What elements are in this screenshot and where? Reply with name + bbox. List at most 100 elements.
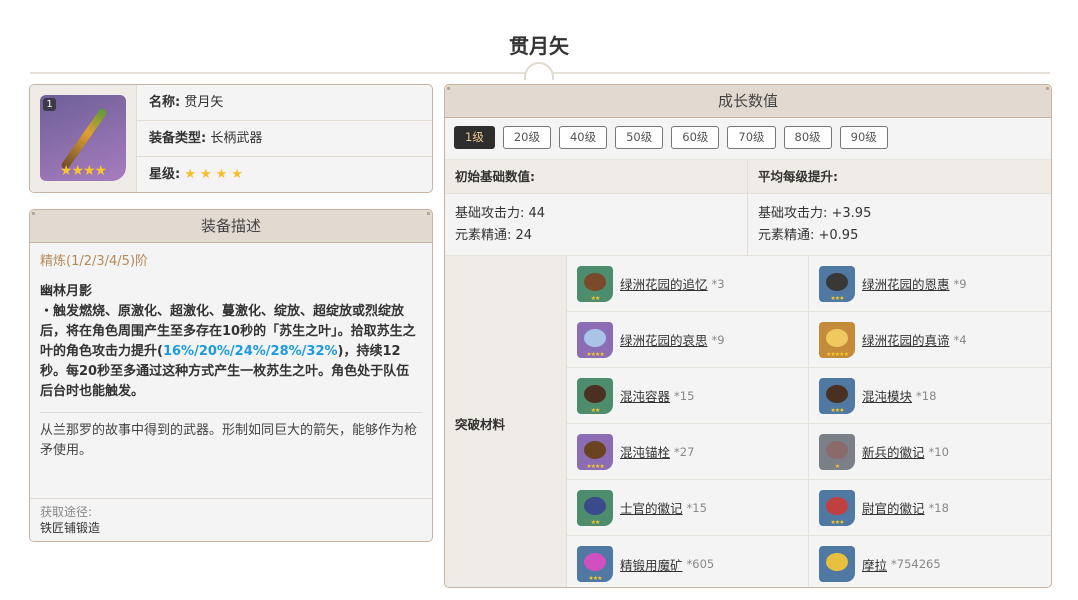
- material-stars: ★★★: [830, 294, 844, 302]
- materials-grid: ★★ 绿洲花园的追忆 *3 ★★★ 绿洲花园的恩惠 *9 ★★★★ 绿洲花园的哀思 *9 ★★★★…: [567, 256, 1051, 587]
- material-item: ★★★★★ 绿洲花园的真谛 *4: [809, 312, 1051, 368]
- material-icon[interactable]: ★★★: [819, 265, 855, 302]
- material-item: ★ 新兵的徽记 *10: [809, 424, 1051, 480]
- material-name[interactable]: 尉官的徽记: [862, 498, 925, 517]
- rarity-stars: ★★★★: [184, 167, 247, 182]
- lore-text: 从兰那罗的故事中得到的武器。形制如同巨大的箭矢，能够作为枪矛使用。: [40, 423, 418, 458]
- stat-values: 基础攻击力: 44 元素精通: 24 基础攻击力: +3.95 元素精通: +0.9…: [445, 193, 1051, 255]
- material-item: ★★★★ 混沌锚栓 *27: [567, 424, 809, 480]
- avg-atk: 基础攻击力: +3.95: [758, 206, 872, 221]
- material-count: *18: [916, 388, 937, 403]
- base-em: 元素精通: 24: [455, 228, 533, 243]
- effect-highlight: 16%/20%/24%/28%/32%: [162, 344, 338, 359]
- material-stars: ★★: [590, 294, 601, 302]
- material-item: ★★★ 尉官的徽记 *18: [809, 480, 1051, 536]
- material-item: ★★★ 绿洲花园的恩惠 *9: [809, 256, 1051, 312]
- base-stats-label: 初始基础数值:: [445, 160, 748, 193]
- avg-em: 元素精通: +0.95: [758, 228, 859, 243]
- level-tab[interactable]: 90级: [839, 126, 888, 149]
- material-item: ★★★ 混沌模块 *18: [809, 368, 1051, 424]
- weapon-image: 1 ★★★★: [40, 95, 126, 181]
- info-rarity-row: 星级: ★★★★: [137, 157, 432, 192]
- material-count: *27: [674, 444, 695, 459]
- info-name-row: 名称: 贯月矢: [137, 85, 432, 121]
- material-count: *4: [953, 332, 967, 347]
- material-name[interactable]: 摩拉: [862, 555, 887, 574]
- material-item: ★★★★ 绿洲花园的哀思 *9: [567, 312, 809, 368]
- material-icon[interactable]: ★★: [577, 489, 613, 526]
- material-stars: ★★★: [830, 518, 844, 526]
- material-icon[interactable]: ★★: [577, 377, 613, 414]
- avg-growth-label: 平均每级提升:: [758, 169, 838, 184]
- level-tabs: 1级 20级 40级 50级 60级 70级 80级 90级: [445, 118, 1051, 159]
- material-item: 摩拉 *754265: [809, 536, 1051, 587]
- weapon-type: 长柄武器: [210, 131, 263, 146]
- base-stats: 基础攻击力: 44 元素精通: 24: [445, 194, 748, 255]
- material-stars: ★: [834, 462, 840, 470]
- growth-card: 成长数值 1级 20级 40级 50级 60级 70级 80级 90级 初始基础数值: 平均每…: [444, 84, 1052, 588]
- material-name[interactable]: 新兵的徽记: [862, 442, 925, 461]
- material-name[interactable]: 混沌模块: [862, 386, 912, 405]
- material-name[interactable]: 绿洲花园的哀思: [620, 330, 708, 349]
- material-icon[interactable]: ★★★: [577, 546, 613, 582]
- material-stars: ★★★★: [586, 462, 605, 470]
- level-tab[interactable]: 40级: [558, 126, 608, 149]
- page-title: 贯月矢: [509, 34, 569, 58]
- level-tab[interactable]: 50级: [615, 126, 664, 149]
- source-value: 铁匠铺锻造: [40, 521, 101, 535]
- material-stars: ★★: [590, 406, 601, 414]
- level-tab[interactable]: 60级: [671, 126, 720, 149]
- refine-badge: 1: [43, 98, 56, 111]
- material-count: *15: [686, 500, 707, 515]
- material-name[interactable]: 精锻用魔矿: [620, 555, 683, 574]
- material-stars: ★★★: [830, 406, 844, 414]
- description-header: 装备描述: [30, 210, 432, 243]
- material-name[interactable]: 绿洲花园的真谛: [862, 330, 950, 349]
- rarity-label: 星级:: [149, 167, 181, 182]
- material-name[interactable]: 绿洲花园的恩惠: [862, 274, 950, 293]
- material-icon[interactable]: ★★★★: [577, 321, 613, 358]
- level-tab[interactable]: 70级: [727, 126, 776, 149]
- type-label: 装备类型:: [149, 131, 207, 146]
- description-card: 装备描述 精炼(1/2/3/4/5)阶 幽林月影 ・触发燃烧、原激化、超激化、蔓…: [29, 209, 433, 542]
- name-label: 名称:: [149, 95, 181, 110]
- source-label: 获取途径:: [40, 505, 93, 519]
- material-name[interactable]: 混沌锚栓: [620, 442, 670, 461]
- material-name[interactable]: 绿洲花园的追忆: [620, 274, 708, 293]
- weapon-info-card: 1 ★★★★ 名称: 贯月矢 装备类型: 长柄武器 星级: ★★★★: [29, 84, 433, 193]
- level-tab[interactable]: 20级: [502, 126, 551, 149]
- refine-label: 精炼(1/2/3/4/5)阶: [40, 254, 149, 269]
- material-stars: ★★: [590, 518, 601, 526]
- materials-label: 突破材料: [445, 256, 567, 587]
- material-item: ★★★ 精锻用魔矿 *605: [567, 536, 809, 587]
- divider-ornament: [524, 62, 554, 80]
- info-type-row: 装备类型: 长柄武器: [137, 121, 432, 157]
- stat-headers: 初始基础数值: 平均每级提升:: [445, 159, 1051, 193]
- material-icon[interactable]: ★★★★: [577, 433, 613, 470]
- growth-header: 成长数值: [445, 85, 1051, 118]
- weapon-image-cell: 1 ★★★★: [30, 85, 137, 192]
- material-stars: ★★★★: [586, 350, 605, 358]
- spear-icon: [60, 107, 108, 171]
- material-item: ★★ 绿洲花园的追忆 *3: [567, 256, 809, 312]
- material-icon[interactable]: ★★: [577, 265, 613, 302]
- material-count: *10: [928, 444, 949, 459]
- material-item: ★★ 士官的徽记 *15: [567, 480, 809, 536]
- material-name[interactable]: 混沌容器: [620, 386, 670, 405]
- material-count: *3: [711, 276, 725, 291]
- effect-title: 幽林月影: [40, 284, 93, 299]
- material-icon[interactable]: ★★★: [819, 377, 855, 414]
- material-icon[interactable]: ★★★★★: [819, 321, 855, 358]
- level-tab[interactable]: 1级: [454, 126, 495, 149]
- material-icon[interactable]: [819, 546, 855, 582]
- level-tab[interactable]: 80级: [783, 126, 832, 149]
- avg-growth: 基础攻击力: +3.95 元素精通: +0.95: [748, 194, 1051, 255]
- material-icon[interactable]: ★: [819, 433, 855, 470]
- material-count: *18: [928, 500, 949, 515]
- material-name[interactable]: 士官的徽记: [620, 498, 683, 517]
- material-icon[interactable]: ★★★: [819, 489, 855, 526]
- weapon-stars: ★★★★: [59, 163, 107, 179]
- source-section: 获取途径: 铁匠铺锻造: [30, 498, 432, 541]
- base-atk: 基础攻击力: 44: [455, 206, 546, 221]
- material-stars: ★★★: [588, 575, 602, 582]
